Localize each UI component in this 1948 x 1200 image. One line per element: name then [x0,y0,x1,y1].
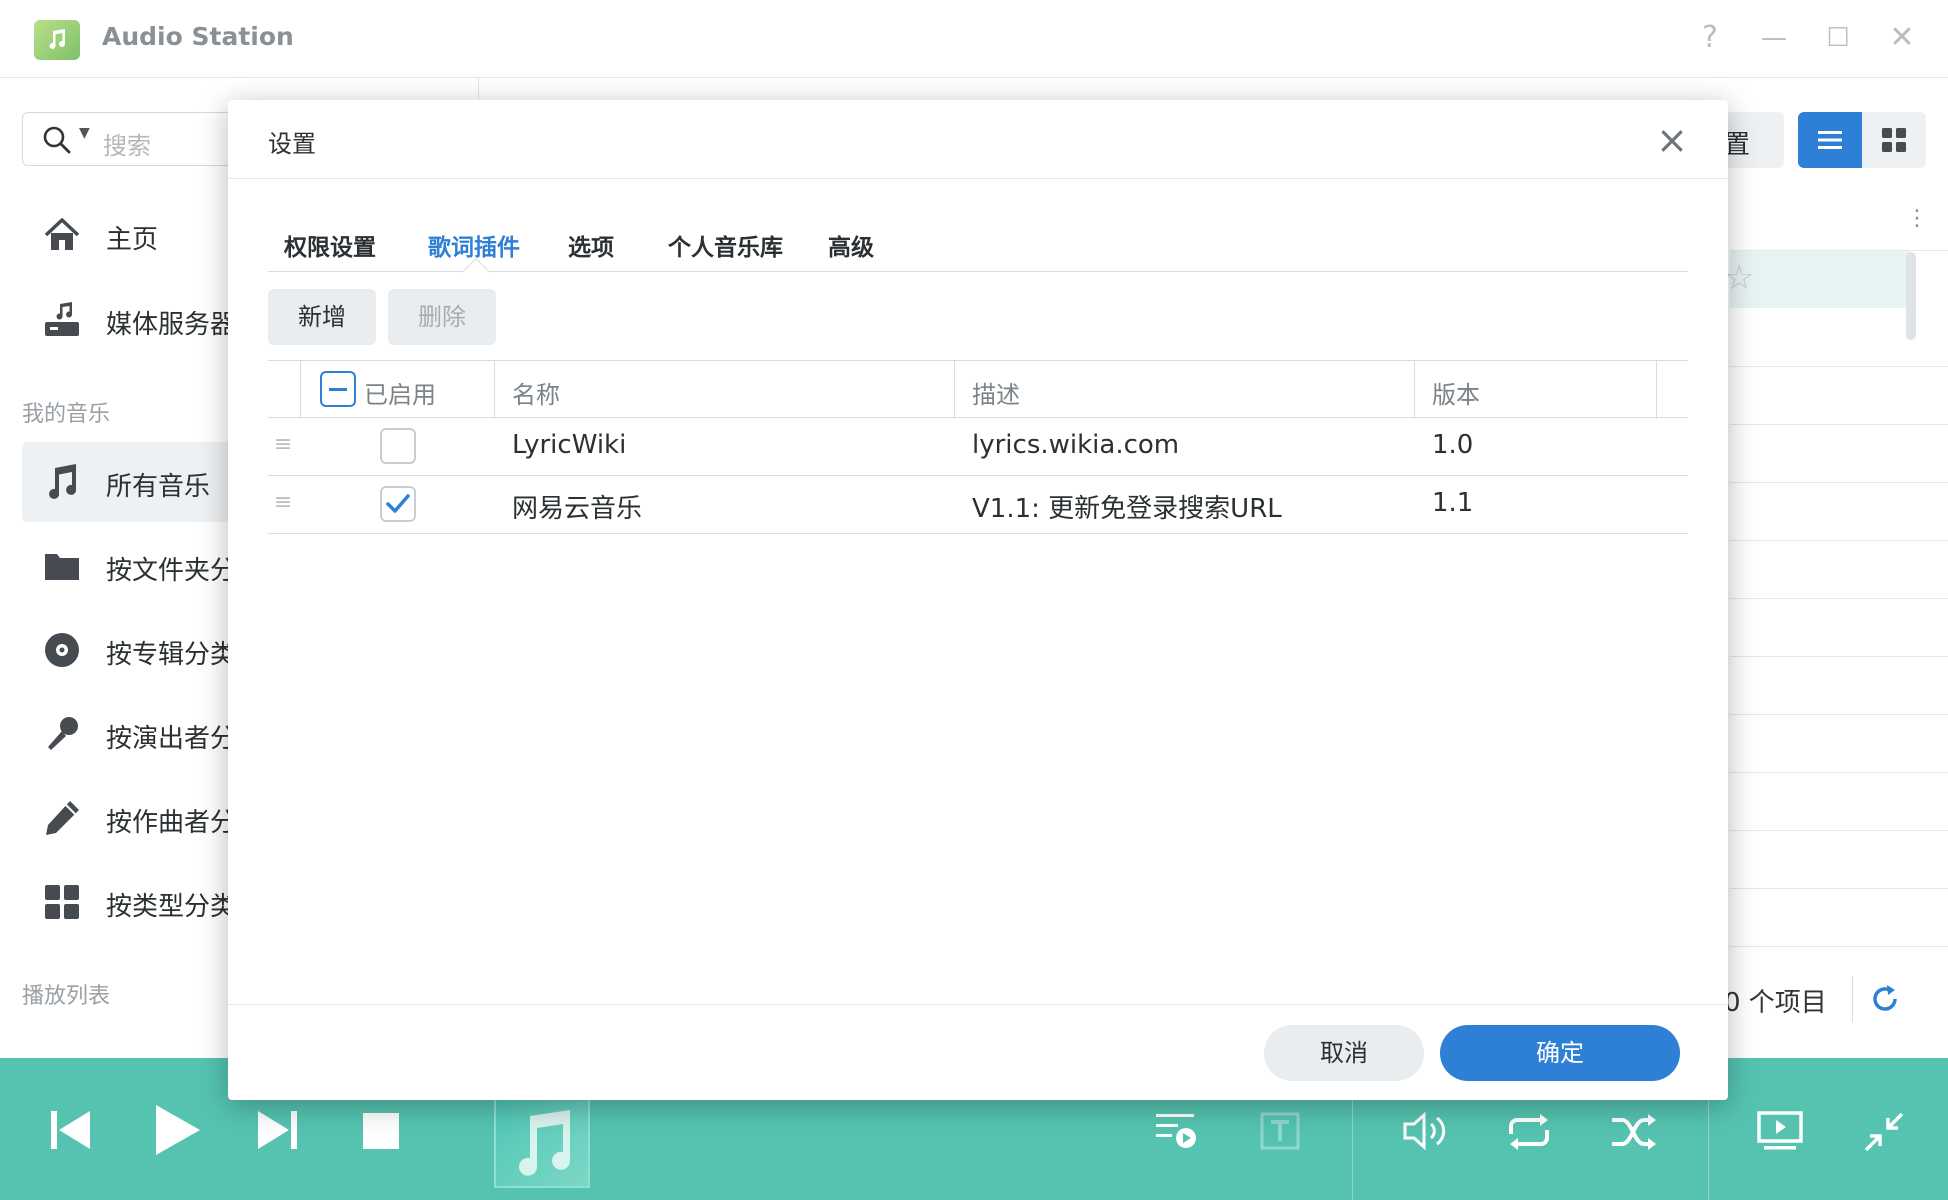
dialog-footer-divider [228,1004,1728,1005]
album-disc-icon [45,633,79,667]
shuffle-icon[interactable] [1610,1112,1658,1152]
table-row[interactable]: ≡ LyricWiki lyrics.wikia.com 1.0 [268,418,1688,476]
dialog-title: 设置 [268,130,316,158]
close-window-icon[interactable]: ✕ [1884,20,1920,56]
home-icon [44,218,80,250]
search-input[interactable]: 搜索 [103,126,151,161]
section-playlist: 播放列表 [22,984,111,1009]
next-track-icon[interactable] [256,1108,300,1152]
microphone-icon [48,717,78,750]
maximize-icon[interactable]: ☐ [1820,20,1856,56]
close-dialog-icon[interactable]: × [1656,121,1688,159]
scrollbar[interactable] [1906,252,1916,340]
folder-icon [45,554,79,580]
grid-view-icon [1882,128,1906,152]
player-divider [1352,1098,1353,1200]
checkmark-icon [386,494,410,513]
grid-view-button[interactable] [1862,112,1926,168]
drag-handle-icon[interactable]: ≡ [274,432,292,457]
table-row[interactable]: ≡ 网易云音乐 V1.1: 更新免登录搜索URL 1.1 [268,476,1688,534]
sidebar-item-label: 主页 [106,225,159,255]
player-divider [1708,1098,1709,1200]
sidebar-item-home[interactable]: 主页 [22,195,232,275]
cancel-button[interactable]: 取消 [1264,1025,1424,1081]
selected-row-highlight [1730,250,1910,308]
plugin-version: 1.0 [1432,430,1474,460]
footer-divider [1852,976,1853,1022]
music-note-icon [519,1110,571,1176]
refresh-icon[interactable] [1870,984,1900,1014]
sidebar-item-by-composer[interactable]: 按作曲者分类 [22,778,262,858]
column-header-enabled[interactable]: 已启用 [364,375,436,410]
active-tab-indicator [461,257,491,287]
lyrics-icon[interactable] [1260,1112,1300,1150]
tab-personal-library[interactable]: 个人音乐库 [668,228,783,262]
pencil-icon [46,801,79,835]
volume-icon[interactable] [1402,1110,1450,1152]
media-server-icon [45,302,79,336]
sidebar-item-label: 媒体服务器 [106,310,237,340]
album-cover[interactable] [494,1098,590,1188]
sidebar-item-label: 所有音乐 [106,472,211,502]
video-mode-icon[interactable] [1756,1110,1804,1152]
enabled-checkbox[interactable] [380,428,416,464]
settings-tabs: 权限设置 歌词插件 选项 个人音乐库 高级 [268,214,1688,287]
list-view-icon [1818,131,1842,149]
sidebar-item-by-album[interactable]: 按专辑分类 [22,610,236,690]
delete-plugin-button[interactable]: 删除 [388,289,496,345]
sidebar-item-by-folder[interactable]: 按文件夹分类 [22,526,262,606]
collapse-mini-player-icon[interactable] [1862,1110,1906,1154]
section-my-music: 我的音乐 [22,402,111,427]
column-header-description[interactable]: 描述 [972,375,1020,410]
sidebar-item-by-genre[interactable]: 按类型分类 [22,862,236,942]
audio-station-logo-icon [34,20,80,60]
tab-advanced[interactable]: 高级 [828,228,874,262]
plugin-name: LyricWiki [512,430,627,460]
previous-track-icon[interactable] [48,1108,92,1152]
plugin-description: V1.1: 更新免登录搜索URL [972,494,1282,524]
minimize-icon[interactable]: — [1756,20,1792,56]
settings-dialog: 设置 × 权限设置 歌词插件 选项 个人音乐库 高级 新增 删除 已启用 名称 … [228,100,1728,1100]
search-dropdown-icon[interactable]: ▼ [79,125,90,141]
tab-permissions[interactable]: 权限设置 [284,228,376,262]
enabled-checkbox[interactable] [380,486,416,522]
ok-button[interactable]: 确定 [1440,1025,1680,1081]
search-icon [43,126,71,154]
sidebar-item-by-artist[interactable]: 按演出者分类 [22,694,262,774]
plugin-version: 1.1 [1432,488,1474,518]
sidebar-item-label: 按专辑分类 [106,640,237,670]
column-header-version[interactable]: 版本 [1432,375,1480,410]
tab-options[interactable]: 选项 [568,228,614,262]
plugin-name: 网易云音乐 [512,494,643,524]
repeat-icon[interactable] [1506,1112,1552,1152]
column-header-name[interactable]: 名称 [512,375,560,410]
music-note-icon [49,464,77,499]
grid-icon [45,885,79,919]
add-plugin-button[interactable]: 新增 [268,289,376,345]
help-icon[interactable]: ? [1692,20,1728,56]
more-options-icon[interactable]: ⋮ [1906,206,1928,231]
table-header: 已启用 名称 描述 版本 [268,360,1688,419]
title-bar: Audio Station ? — ☐ ✕ [0,0,1948,78]
item-count: 0 个项目 [1724,988,1827,1018]
star-icon[interactable]: ☆ [1724,258,1754,298]
playlist-queue-icon[interactable] [1154,1110,1198,1150]
list-view-button[interactable] [1798,112,1862,168]
app-title: Audio Station [102,22,294,51]
dialog-header-divider [228,178,1728,179]
sidebar-item-label: 按类型分类 [106,892,237,922]
drag-handle-icon[interactable]: ≡ [274,490,292,515]
select-all-checkbox[interactable] [320,371,356,407]
sidebar-item-media-server[interactable]: 媒体服务器 [22,280,236,360]
tab-lyrics-plugins[interactable]: 歌词插件 [428,228,520,262]
play-icon[interactable] [152,1102,202,1158]
stop-icon[interactable] [362,1112,400,1150]
sidebar-item-all-music[interactable]: 所有音乐 [22,442,232,522]
plugin-description: lyrics.wikia.com [972,430,1180,460]
